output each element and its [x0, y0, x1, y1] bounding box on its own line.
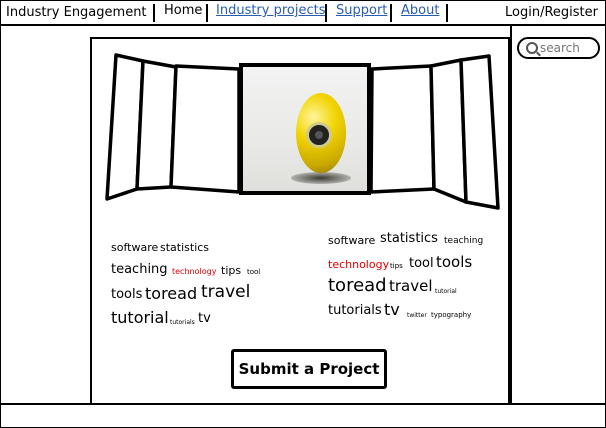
tag-toread[interactable]: toread	[328, 276, 387, 296]
carousel-frame-right-3	[459, 54, 500, 210]
nav-home[interactable]: Home	[164, 3, 202, 18]
carousel-frame-left-3	[169, 64, 241, 194]
tag-software[interactable]: software	[111, 241, 158, 254]
tag-twitter[interactable]: twitter	[407, 312, 427, 320]
tag-tool[interactable]: tool	[247, 268, 260, 277]
tag-statistics[interactable]: statistics	[160, 241, 209, 254]
tag-travel[interactable]: travel	[389, 278, 433, 295]
robot-shadow	[291, 172, 351, 184]
right-column-divider	[510, 24, 512, 404]
login-register-link[interactable]: Login/Register	[505, 5, 598, 20]
nav-separator	[325, 4, 327, 22]
tag-tools[interactable]: tools	[111, 287, 142, 302]
tag-tutorials[interactable]: tutorials	[170, 319, 195, 327]
tag-statistics[interactable]: statistics	[380, 231, 438, 246]
nav-separator	[390, 4, 392, 22]
tag-tutorial[interactable]: tutorial	[435, 288, 457, 296]
tag-typography[interactable]: typography	[431, 311, 471, 320]
tag-toread[interactable]: toread	[145, 285, 197, 303]
tag-tool[interactable]: tool	[409, 256, 434, 271]
tag-tutorial[interactable]: tutorial	[111, 309, 169, 327]
robot-eye	[306, 122, 332, 148]
carousel-frame-right-1	[369, 64, 436, 194]
tag-tips[interactable]: tips	[221, 264, 241, 277]
search-icon	[526, 42, 538, 54]
search-input[interactable]: search	[517, 37, 600, 59]
tag-tv[interactable]: tv	[384, 301, 400, 319]
nav-separator	[153, 4, 155, 22]
tag-tools[interactable]: tools	[436, 254, 472, 271]
tag-technology[interactable]: technology	[172, 267, 216, 277]
site-title: Industry Engagement	[6, 5, 147, 20]
nav-industry-projects[interactable]: Industry projects	[216, 3, 326, 18]
top-bar: Industry Engagement Home Industry projec…	[0, 0, 606, 26]
image-carousel[interactable]	[104, 52, 504, 217]
nav-about[interactable]: About	[401, 3, 439, 18]
tag-tv[interactable]: tv	[198, 311, 211, 326]
footer-divider	[0, 403, 606, 405]
nav-support[interactable]: Support	[336, 3, 387, 18]
nav-separator	[446, 4, 448, 22]
tag-tutorials[interactable]: tutorials	[328, 303, 382, 318]
robot-ball-image	[296, 93, 346, 173]
tag-travel[interactable]: travel	[201, 283, 250, 302]
nav-separator	[206, 4, 208, 22]
search-placeholder: search	[540, 41, 580, 55]
tag-software[interactable]: software	[328, 234, 375, 247]
tag-teaching[interactable]: teaching	[111, 262, 168, 277]
submit-project-button[interactable]: Submit a Project	[231, 349, 387, 389]
carousel-featured-image[interactable]	[239, 63, 371, 195]
tag-technology[interactable]: technology	[328, 258, 389, 271]
tag-teaching[interactable]: teaching	[444, 236, 483, 247]
tag-tips[interactable]: tips	[390, 262, 403, 271]
